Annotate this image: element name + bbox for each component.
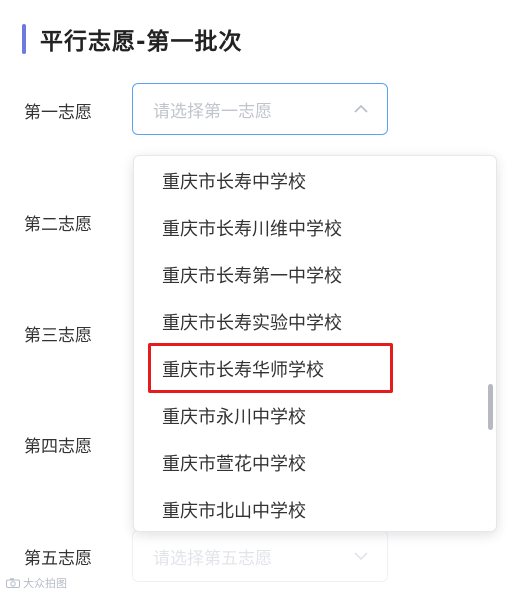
watermark: 大众拍图 [6, 575, 67, 591]
first-choice-select[interactable]: 请选择第一志愿 [132, 83, 388, 135]
fifth-choice-placeholder: 请选择第五志愿 [153, 548, 272, 569]
camera-icon [6, 578, 20, 588]
chevron-up-icon[interactable] [353, 101, 369, 117]
dropdown-list: 重庆市长寿中学校 重庆市长寿川维中学校 重庆市长寿第一中学校 重庆市长寿实验中学… [134, 156, 496, 531]
row-label-fourth: 第四志愿 [24, 437, 92, 457]
dropdown-option[interactable]: 重庆市长寿中学校 [134, 157, 496, 204]
dropdown-option[interactable]: 重庆市永川中学校 [134, 392, 496, 439]
dropdown-option[interactable]: 重庆市长寿实验中学校 [134, 298, 496, 345]
row-label-second: 第二志愿 [24, 215, 92, 235]
row-label-third: 第三志愿 [24, 326, 92, 346]
dropdown-option[interactable]: 重庆市萱花中学校 [134, 439, 496, 486]
dropdown-scrollbar[interactable] [488, 384, 493, 430]
row-label-fifth: 第五志愿 [24, 549, 92, 569]
title-accent-bar [22, 24, 26, 54]
watermark-text: 大众拍图 [23, 577, 67, 590]
row-label-first: 第一志愿 [24, 103, 92, 123]
section-header: 平行志愿-第一批次 [22, 22, 243, 56]
fifth-choice-select[interactable]: 请选择第五志愿 [132, 530, 388, 582]
page-title: 平行志愿-第一批次 [40, 29, 243, 55]
dropdown-option[interactable]: 重庆市长寿川维中学校 [134, 204, 496, 251]
dropdown-option-highlighted[interactable]: 重庆市长寿华师学校 [134, 345, 496, 392]
school-dropdown[interactable]: 重庆市长寿中学校 重庆市长寿川维中学校 重庆市长寿第一中学校 重庆市长寿实验中学… [133, 155, 497, 532]
dropdown-option[interactable]: 重庆市北山中学校 [134, 486, 496, 531]
chevron-down-icon[interactable] [353, 548, 369, 564]
dropdown-option[interactable]: 重庆市长寿第一中学校 [134, 251, 496, 298]
first-choice-placeholder: 请选择第一志愿 [153, 101, 272, 122]
